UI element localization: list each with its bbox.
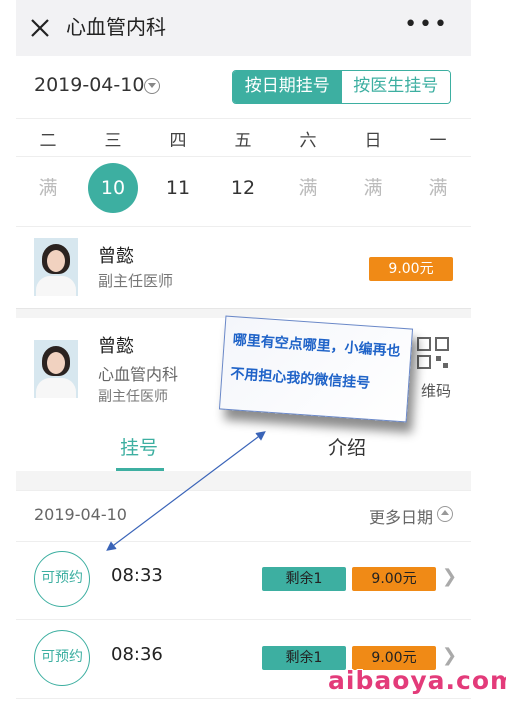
watermark: aibaoya.com <box>328 666 506 695</box>
annotation-line-1: 哪里有空点哪里，小编再也 <box>232 332 401 360</box>
annotation-callout: 哪里有空点哪里，小编再也 不用担心我的微信挂号 <box>218 315 414 423</box>
annotation-line-2: 不用担心我的微信挂号 <box>229 366 371 392</box>
